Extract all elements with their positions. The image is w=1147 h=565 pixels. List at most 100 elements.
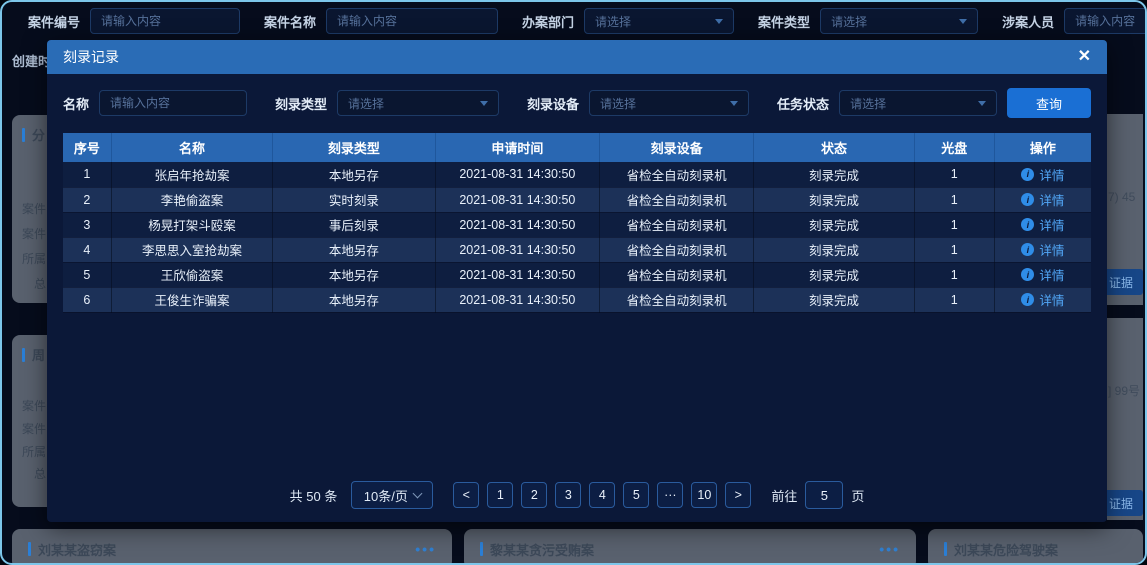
case-card-theft[interactable]: 刘某某盗窃案 ••• <box>12 529 452 565</box>
detail-link[interactable]: 详情 <box>1021 265 1064 284</box>
prev-page-button[interactable]: < <box>453 482 479 508</box>
person-label: 涉案人员 <box>1002 12 1054 31</box>
goto-page-input[interactable] <box>805 481 843 509</box>
chevron-down-icon <box>412 489 422 499</box>
task-status-select-value: 请选择 <box>850 95 886 112</box>
department-select[interactable]: 请选择 <box>584 8 734 34</box>
background-card-edge: ] 99号 证据 <box>1107 318 1143 520</box>
page-button-4[interactable]: 4 <box>589 482 615 508</box>
detail-link[interactable]: 详情 <box>1021 165 1064 184</box>
detail-link[interactable]: 详情 <box>1021 240 1064 259</box>
page-button-1[interactable]: 1 <box>487 482 513 508</box>
info-icon <box>1021 268 1034 281</box>
table-row[interactable]: 6 王俊生诈骗案 本地另存 2021-08-31 14:30:50 省检全自动刻… <box>63 287 1091 312</box>
card-line: 总 <box>34 465 46 482</box>
page-button-3[interactable]: 3 <box>555 482 581 508</box>
field-case-name: 案件名称 <box>264 8 498 34</box>
cell-name: 杨晃打架斗殴案 <box>111 212 272 237</box>
detail-link-label: 详情 <box>1039 165 1064 184</box>
cell-index: 4 <box>63 237 111 262</box>
table-row[interactable]: 1 张启年抢劫案 本地另存 2021-08-31 14:30:50 省检全自动刻… <box>63 162 1091 187</box>
name-label: 名称 <box>63 94 89 113</box>
detail-link[interactable]: 详情 <box>1021 290 1064 309</box>
burn-type-select[interactable]: 请选择 <box>337 90 499 116</box>
table-row[interactable]: 2 李艳偷盗案 实时刻录 2021-08-31 14:30:50 省检全自动刻录… <box>63 187 1091 212</box>
detail-link[interactable]: 详情 <box>1021 190 1064 209</box>
cell-index: 3 <box>63 212 111 237</box>
table-row[interactable]: 5 王欣偷盗案 本地另存 2021-08-31 14:30:50 省检全自动刻录… <box>63 262 1091 287</box>
close-icon[interactable]: ✕ <box>1078 49 1091 65</box>
burn-type-label: 刻录类型 <box>275 94 327 113</box>
cell-time: 2021-08-31 14:30:50 <box>435 187 599 212</box>
more-pages-button[interactable]: ··· <box>657 482 683 508</box>
case-number-label: 案件编号 <box>28 12 80 31</box>
cell-device: 省检全自动刻录机 <box>600 212 754 237</box>
cell-name: 王俊生诈骗案 <box>111 287 272 312</box>
name-input[interactable] <box>99 90 247 116</box>
card-line: 总 <box>34 275 46 292</box>
card-title-text: 刘某某盗窃案 <box>38 540 116 559</box>
task-status-select[interactable]: 请选择 <box>839 90 997 116</box>
table-row[interactable]: 4 李思思入室抢劫案 本地另存 2021-08-31 14:30:50 省检全自… <box>63 237 1091 262</box>
case-card-bribery[interactable]: 黎某某贪污受贿案 ••• <box>464 529 916 565</box>
filter-burn-device: 刻录设备 请选择 <box>527 90 749 116</box>
case-type-select[interactable]: 请选择 <box>820 8 978 34</box>
cell-name: 李艳偷盗案 <box>111 187 272 212</box>
cell-device: 省检全自动刻录机 <box>600 237 754 262</box>
card-title-text: 刘某某危险驾驶案 <box>954 540 1058 559</box>
cell-disc: 1 <box>914 262 994 287</box>
page-button-5[interactable]: 5 <box>623 482 649 508</box>
burn-records-dialog: 刻录记录 ✕ 名称 刻录类型 请选择 刻录设备 <box>47 40 1107 522</box>
case-name-input[interactable] <box>326 8 498 34</box>
dialog-body: 名称 刻录类型 请选择 刻录设备 请选择 <box>47 74 1107 522</box>
header-name: 名称 <box>111 133 272 162</box>
card-title-text: 黎某某贪污受贿案 <box>490 540 594 559</box>
case-number-input[interactable] <box>90 8 240 34</box>
cell-type: 本地另存 <box>273 162 435 187</box>
page-size-select[interactable]: 10条/页 <box>351 481 433 509</box>
card-title: 刘某某危险驾驶案 <box>944 540 1058 559</box>
card-line: 案件 <box>22 397 46 414</box>
field-case-number: 案件编号 <box>28 8 240 34</box>
cell-name: 王欣偷盗案 <box>111 262 272 287</box>
card-line: 案件 <box>22 225 46 242</box>
goto-unit: 页 <box>851 486 864 505</box>
evidence-button[interactable]: 证据 <box>1107 269 1143 295</box>
accent-bar-icon <box>22 128 25 142</box>
header-type: 刻录类型 <box>273 133 435 162</box>
person-input[interactable] <box>1064 8 1147 34</box>
evidence-button[interactable]: 证据 <box>1107 490 1143 516</box>
table-row[interactable]: 3 杨晃打架斗殴案 事后刻录 2021-08-31 14:30:50 省检全自动… <box>63 212 1091 237</box>
cell-name: 李思思入室抢劫案 <box>111 237 272 262</box>
cell-index: 5 <box>63 262 111 287</box>
cell-time: 2021-08-31 14:30:50 <box>435 162 599 187</box>
case-card-driving[interactable]: 刘某某危险驾驶案 <box>928 529 1143 565</box>
department-label: 办案部门 <box>522 12 574 31</box>
accent-bar-icon <box>480 542 483 556</box>
next-page-button[interactable]: > <box>725 482 751 508</box>
card-title: 黎某某贪污受贿案 <box>480 540 594 559</box>
card-text-fragment: 7) 45 <box>1108 190 1135 204</box>
search-button[interactable]: 查询 <box>1007 88 1091 118</box>
card-text-fragment: ] 99号 <box>1108 382 1140 399</box>
header-index: 序号 <box>63 133 111 162</box>
burn-device-select[interactable]: 请选择 <box>589 90 749 116</box>
info-icon <box>1021 168 1034 181</box>
task-status-label: 任务状态 <box>777 94 829 113</box>
cell-index: 1 <box>63 162 111 187</box>
detail-link-label: 详情 <box>1039 290 1064 309</box>
more-icon[interactable]: ••• <box>415 541 436 557</box>
cell-status: 刻录完成 <box>754 287 914 312</box>
more-icon[interactable]: ••• <box>879 541 900 557</box>
page-button-10[interactable]: 10 <box>691 482 717 508</box>
cell-name: 张启年抢劫案 <box>111 162 272 187</box>
info-icon <box>1021 193 1034 206</box>
detail-link-label: 详情 <box>1039 240 1064 259</box>
cell-time: 2021-08-31 14:30:50 <box>435 262 599 287</box>
dialog-header: 刻录记录 ✕ <box>47 40 1107 74</box>
accent-bar-icon <box>28 542 31 556</box>
detail-link[interactable]: 详情 <box>1021 215 1064 234</box>
header-disc: 光盘 <box>914 133 994 162</box>
page-button-2[interactable]: 2 <box>521 482 547 508</box>
info-icon <box>1021 293 1034 306</box>
